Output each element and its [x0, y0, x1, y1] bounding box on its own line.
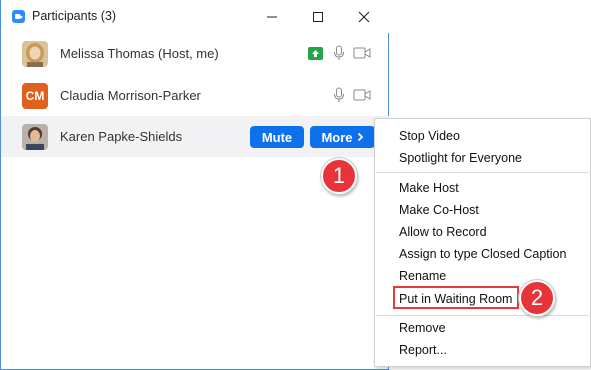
video-camera-icon[interactable]	[353, 88, 371, 102]
mute-button[interactable]: Mute	[250, 126, 304, 148]
close-button[interactable]	[341, 0, 387, 33]
menu-item-waiting-room[interactable]: Put in Waiting Room	[399, 292, 512, 306]
video-camera-icon[interactable]	[353, 46, 371, 60]
zoom-app-icon	[12, 10, 25, 23]
mute-label: Mute	[261, 129, 293, 145]
close-icon	[358, 11, 370, 22]
menu-item-report[interactable]: Report...	[399, 343, 447, 357]
profile-photo-icon	[22, 41, 48, 67]
chevron-right-icon	[357, 132, 363, 142]
menu-item-make-co-host[interactable]: Make Co-Host	[399, 203, 479, 217]
window-title: Participants (3)	[32, 9, 117, 23]
participant-name: Claudia Morrison-Parker	[60, 88, 201, 103]
step-callout-1: 1	[321, 158, 357, 194]
menu-item-remove[interactable]: Remove	[399, 321, 446, 335]
menu-item-spotlight[interactable]: Spotlight for Everyone	[399, 151, 522, 165]
participant-name: Karen Papke-Shields	[60, 129, 183, 144]
more-label: More	[321, 129, 353, 145]
maximize-icon	[313, 11, 323, 22]
minimize-button[interactable]	[249, 0, 295, 33]
menu-item-closed-caption[interactable]: Assign to type Closed Caption	[399, 247, 566, 261]
menu-item-allow-record[interactable]: Allow to Record	[399, 225, 487, 239]
profile-photo-icon	[22, 124, 48, 150]
microphone-icon[interactable]	[333, 45, 345, 61]
participant-row-claudia[interactable]: CM Claudia Morrison-Parker	[1, 75, 389, 116]
menu-item-make-host[interactable]: Make Host	[399, 181, 459, 195]
maximize-button[interactable]	[295, 0, 341, 33]
menu-item-stop-video[interactable]: Stop Video	[399, 129, 460, 143]
minimize-icon	[267, 16, 277, 17]
step-callout-2: 2	[519, 280, 555, 316]
participant-row-melissa[interactable]: Melissa Thomas (Host, me)	[1, 33, 389, 74]
participant-context-menu: Stop Video Spotlight for Everyone Make H…	[374, 118, 591, 367]
microphone-icon[interactable]	[333, 87, 345, 103]
menu-divider	[376, 172, 591, 173]
menu-divider	[376, 315, 591, 316]
avatar	[22, 41, 48, 67]
avatar: CM	[22, 83, 48, 109]
more-button[interactable]: More	[310, 126, 375, 148]
screen-share-icon	[308, 47, 323, 60]
avatar	[22, 124, 48, 150]
menu-item-rename[interactable]: Rename	[399, 269, 446, 283]
title-bar: Participants (3)	[1, 0, 389, 33]
participant-name: Melissa Thomas (Host, me)	[60, 46, 219, 61]
